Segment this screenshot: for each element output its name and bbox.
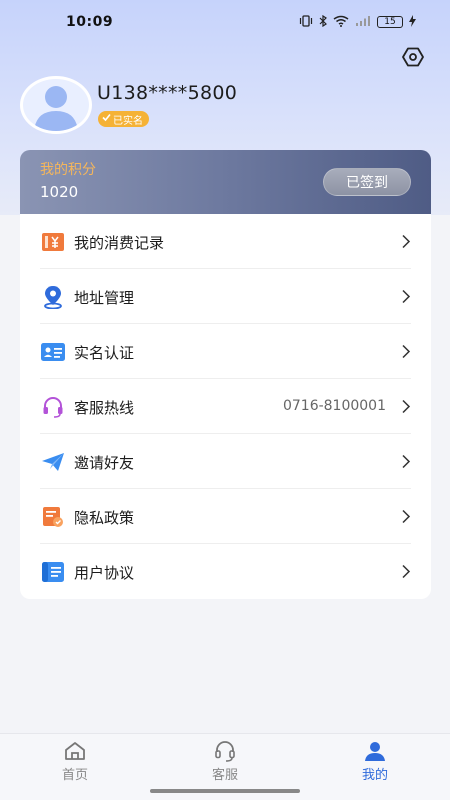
wifi-icon: [333, 15, 349, 30]
home-indicator[interactable]: [150, 789, 300, 793]
document-icon: [41, 505, 65, 529]
menu-item-label: 我的消费记录: [74, 234, 165, 252]
tab-label: 客服: [211, 768, 238, 783]
points-label: 我的积分: [40, 162, 96, 178]
status-bar: 10:09 15: [0, 0, 450, 44]
check-icon: [102, 113, 111, 125]
chevron-right-icon: [401, 289, 411, 304]
menu-item-label: 隐私政策: [74, 509, 135, 527]
menu-item-user-agreement[interactable]: 用户协议: [20, 544, 431, 599]
tab-label: 我的: [361, 768, 388, 783]
points-card: 我的积分 1020 已签到: [20, 150, 431, 214]
paper-plane-icon: [41, 450, 65, 474]
menu-item-label: 邀请好友: [74, 454, 135, 472]
status-icons: 15: [299, 14, 416, 30]
battery-icon: 15: [377, 16, 403, 28]
avatar[interactable]: [20, 76, 92, 134]
settings-button[interactable]: [399, 46, 427, 72]
default-avatar-icon: [34, 86, 78, 131]
menu-item-real-name-auth[interactable]: 实名认证: [20, 324, 431, 379]
bluetooth-icon: [319, 14, 327, 30]
chevron-right-icon: [401, 234, 411, 249]
tab-customer-service[interactable]: 客服: [180, 740, 270, 784]
id-card-icon: [41, 340, 65, 364]
points-value: 1020: [40, 183, 79, 201]
location-pin-icon: [41, 285, 65, 309]
tab-label: 首页: [61, 768, 88, 783]
menu-item-label: 客服热线: [74, 399, 135, 417]
headset-icon: [41, 395, 65, 419]
menu-item-label: 地址管理: [74, 289, 135, 307]
chevron-right-icon: [401, 399, 411, 414]
status-time: 10:09: [66, 14, 114, 30]
headset-icon: [214, 740, 236, 762]
menu-item-privacy-policy[interactable]: 隐私政策: [20, 489, 431, 544]
menu-item-label: 用户协议: [74, 564, 135, 582]
menu-item-service-hotline[interactable]: 客服热线 0716-8100001: [20, 379, 431, 434]
verified-label: 已实名: [113, 115, 143, 127]
menu-list: 我的消费记录 地址管理 实名认证 客服热线 0716-8100001 邀请好友: [20, 214, 431, 599]
verified-badge: 已实名: [98, 111, 149, 127]
chevron-right-icon: [401, 564, 411, 579]
vibrate-icon: [299, 14, 313, 30]
chevron-right-icon: [401, 344, 411, 359]
charging-icon: [409, 14, 416, 30]
receipt-icon: [41, 230, 65, 254]
chevron-right-icon: [401, 509, 411, 524]
username: U138****5800: [97, 82, 238, 104]
menu-item-invite-friends[interactable]: 邀请好友: [20, 434, 431, 489]
home-icon: [64, 740, 86, 762]
menu-item-label: 实名认证: [74, 344, 135, 362]
person-icon: [364, 740, 386, 762]
tab-mine[interactable]: 我的: [330, 740, 420, 784]
gear-icon: [402, 47, 424, 71]
signal-icon: [355, 15, 371, 30]
tab-home[interactable]: 首页: [30, 740, 120, 784]
signin-button[interactable]: 已签到: [323, 168, 411, 196]
hotline-number: 0716-8100001: [282, 398, 386, 414]
agreement-icon: [41, 560, 65, 584]
menu-item-consumption-records[interactable]: 我的消费记录: [20, 214, 431, 269]
chevron-right-icon: [401, 454, 411, 469]
menu-item-address-management[interactable]: 地址管理: [20, 269, 431, 324]
